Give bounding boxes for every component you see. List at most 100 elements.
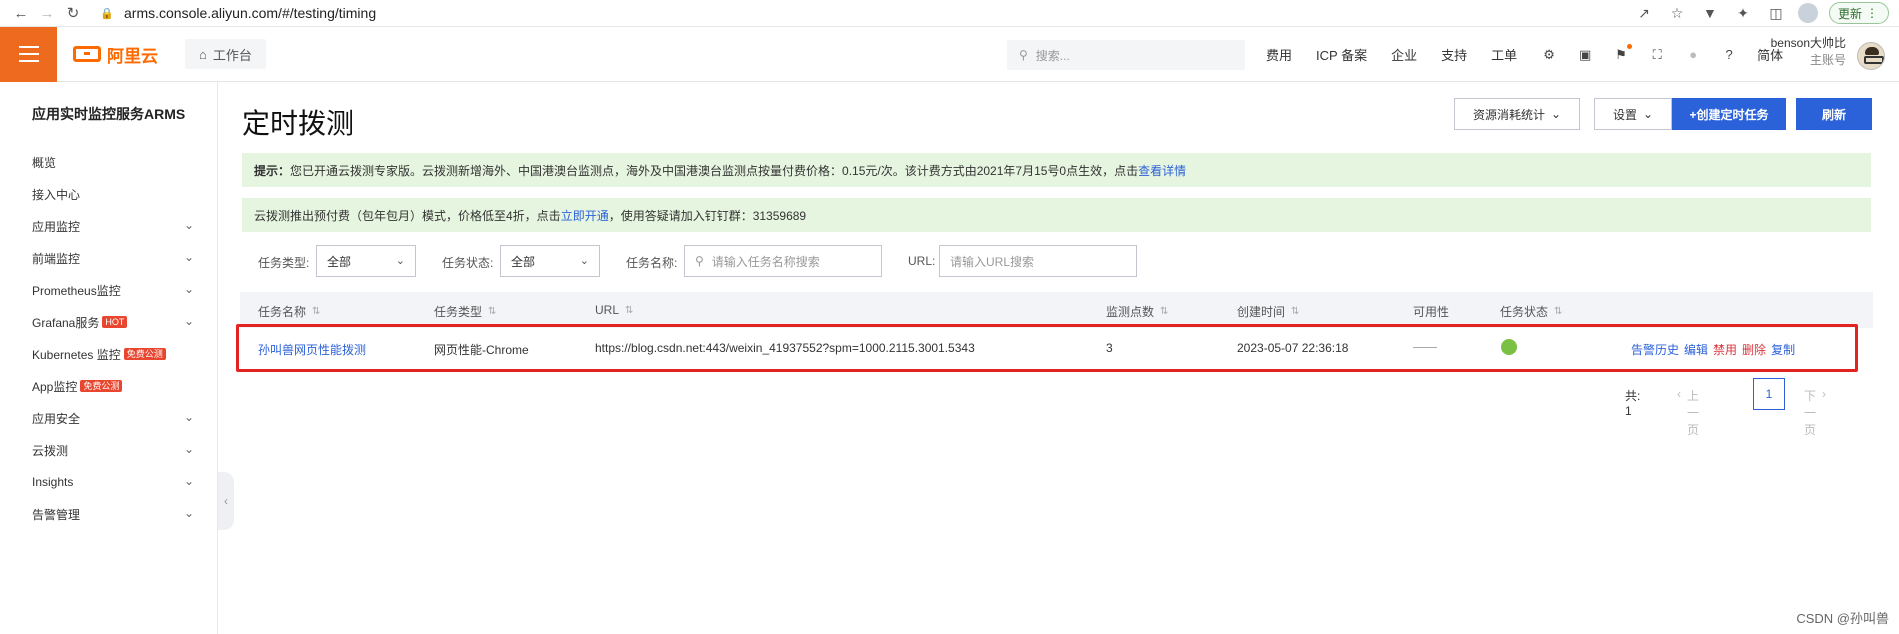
bell-icon[interactable]: ⚑	[1613, 43, 1633, 63]
sidebar-collapse-handle[interactable]: ‹	[218, 472, 234, 530]
sidebar-item-cloud-probe[interactable]: 云拨测 ⌄	[8, 434, 218, 466]
sidebar-item-label: 告警管理	[32, 507, 81, 522]
copy-link[interactable]: 复制	[1771, 341, 1795, 358]
page-title: 定时拨测	[242, 108, 355, 139]
usage-stats-dropdown[interactable]: 资源消耗统计 ⌄	[1454, 98, 1580, 130]
sidebar-item-app-monitor[interactable]: 应用监控 ⌄	[8, 210, 218, 242]
view-details-link[interactable]: 查看详情	[1138, 162, 1186, 179]
sidebar-item-label: Prometheus监控	[32, 283, 121, 298]
sidebar-title: 应用实时监控服务ARMS	[32, 106, 186, 122]
sidebar-item-grafana[interactable]: Grafana服务 HOT ⌄	[8, 306, 218, 338]
sidebar-item-frontend-monitor[interactable]: 前端监控 ⌄	[8, 242, 218, 274]
cloudshell-icon[interactable]: ⚙	[1541, 47, 1557, 63]
prev-page-button[interactable]: ‹ 上一页	[1677, 387, 1699, 438]
nav-link-icp[interactable]: ICP 备案	[1316, 45, 1367, 64]
chevron-down-icon: ⌄	[183, 218, 194, 232]
activate-now-link[interactable]: 立即开通	[561, 207, 609, 224]
user-info[interactable]: benson大帅比 主账号	[1771, 35, 1846, 69]
sidebar-item-label: 接入中心	[32, 187, 81, 202]
nav-link-fees[interactable]: 费用	[1266, 45, 1292, 64]
url-search-input[interactable]: 请输入URL搜索	[939, 245, 1137, 277]
search-input[interactable]: ⚲ 搜索...	[1007, 40, 1245, 70]
user-role: 主账号	[1809, 53, 1846, 67]
browser-toolbar: ← → ↻ 🔒 arms.console.aliyun.com/#/testin…	[0, 0, 1899, 27]
user-avatar[interactable]	[1857, 42, 1885, 70]
sort-icon: ⇅	[625, 304, 634, 316]
create-task-button[interactable]: +创建定时任务	[1672, 98, 1786, 130]
nav-link-enterprise[interactable]: 企业	[1391, 45, 1417, 64]
sidepanel-icon[interactable]: ◫	[1765, 2, 1787, 24]
sidebar: 应用实时监控服务ARMS 概览 接入中心 应用监控 ⌄ 前端监控 ⌄ Prometh…	[8, 82, 218, 634]
address-bar[interactable]: 🔒 arms.console.aliyun.com/#/testing/timi…	[100, 1, 376, 25]
column-header-task-type[interactable]: 任务类型 ⇅	[434, 303, 496, 320]
sidebar-item-app[interactable]: App监控 免费公测	[8, 370, 218, 402]
search-icon: ⚲	[695, 254, 704, 268]
task-status-select[interactable]: 全部 ⌄	[500, 245, 600, 277]
task-type-value: 全部	[327, 254, 352, 269]
disable-link[interactable]: 禁用	[1713, 341, 1737, 358]
edit-link[interactable]: 编辑	[1684, 341, 1708, 358]
sidebar-item-overview[interactable]: 概览	[8, 146, 218, 178]
notice-text: ，使用答疑请加入钉钉群：31359689	[608, 208, 807, 223]
profile-avatar[interactable]	[1797, 3, 1818, 23]
notice-prepaid: 云拨测推出预付费（包年包月）模式，价格低至4折，点击 立即开通 ，使用答疑请加入…	[242, 198, 1871, 232]
column-header-points[interactable]: 监测点数 ⇅	[1106, 303, 1168, 320]
settings-dropdown[interactable]: 设置 ⌄	[1594, 98, 1672, 130]
task-name-label: 任务名称:	[626, 256, 678, 270]
nav-link-ticket[interactable]: 工单	[1491, 45, 1517, 64]
create-task-label: +创建定时任务	[1689, 107, 1769, 122]
task-type-label: 任务类型:	[258, 256, 310, 270]
star-icon[interactable]: ☆	[1666, 2, 1688, 24]
aliyun-logo[interactable]: 阿里云	[73, 42, 158, 67]
more-icon: ⋮	[1866, 6, 1878, 20]
update-button[interactable]: 更新 ⋮	[1828, 2, 1889, 24]
extension-v-icon[interactable]: ▼	[1699, 2, 1721, 24]
workbench-button[interactable]: ⌂ 工作台	[185, 39, 266, 69]
sidebar-item-insights[interactable]: Insights ⌄	[8, 466, 218, 498]
task-status-value: 全部	[511, 254, 536, 269]
sidebar-item-prometheus[interactable]: Prometheus监控 ⌄	[8, 274, 218, 306]
sidebar-item-kubernetes[interactable]: Kubernetes 监控 免费公测	[8, 338, 218, 370]
aliyun-logo-mark	[73, 46, 101, 62]
filter-bar: 任务类型: 全部 ⌄ 任务状态: 全部 ⌄ 任务名称: ⚲ 请输入任务名称搜索 …	[242, 245, 1242, 277]
sidebar-item-access-center[interactable]: 接入中心	[8, 178, 218, 210]
nav-link-support[interactable]: 支持	[1441, 45, 1467, 64]
url-filter-label: URL:	[908, 254, 936, 268]
hamburger-menu-icon[interactable]	[0, 26, 57, 82]
chevron-down-icon: ⌄	[183, 474, 194, 488]
column-header-task-status[interactable]: 任务状态 ⇅	[1500, 303, 1562, 320]
column-header-url[interactable]: URL ⇅	[595, 303, 633, 317]
task-name-link[interactable]: 孙叫兽网页性能拨测	[258, 341, 366, 358]
column-header-created[interactable]: 创建时间 ⇅	[1237, 303, 1299, 320]
sidebar-item-label: 前端监控	[32, 251, 81, 266]
chevron-right-icon: ›	[1822, 387, 1827, 401]
share-icon[interactable]: ↗	[1633, 2, 1655, 24]
sidebar-item-app-security[interactable]: 应用安全 ⌄	[8, 402, 218, 434]
reload-icon[interactable]: ↻	[60, 1, 86, 25]
cart-icon[interactable]: ⛶	[1649, 47, 1665, 63]
column-header-label: 任务类型	[434, 305, 483, 319]
lightbulb-icon[interactable]: ●	[1685, 47, 1701, 63]
search-placeholder: 搜索...	[1035, 48, 1070, 63]
next-page-button[interactable]: 下一页 ›	[1804, 387, 1826, 438]
refresh-button[interactable]: 刷新	[1796, 98, 1872, 130]
free-beta-badge: 免费公测	[80, 380, 123, 392]
column-header-label: URL	[595, 303, 620, 317]
back-icon[interactable]: ←	[8, 1, 34, 25]
sidebar-item-alert-management[interactable]: 告警管理 ⌄	[8, 498, 218, 530]
url-cell: https://blog.csdn.net:443/weixin_4193755…	[595, 341, 975, 355]
delete-link[interactable]: 删除	[1742, 341, 1766, 358]
notice-prefix: 提示：	[254, 163, 291, 178]
column-header-task-name[interactable]: 任务名称 ⇅	[258, 303, 320, 320]
task-type-select[interactable]: 全部 ⌄	[316, 245, 416, 277]
terminal-icon[interactable]: ▣	[1577, 47, 1593, 63]
page-number-button[interactable]: 1	[1753, 378, 1785, 410]
sort-icon: ⇅	[1160, 306, 1169, 317]
alert-history-link[interactable]: 告警历史	[1631, 341, 1679, 358]
puzzle-icon[interactable]: ✦	[1732, 2, 1754, 24]
sidebar-item-label: App监控	[32, 379, 78, 394]
sidebar-item-label: 应用安全	[32, 411, 81, 426]
forward-icon[interactable]: →	[34, 1, 60, 25]
help-icon[interactable]: ?	[1721, 47, 1737, 63]
task-name-search-input[interactable]: ⚲ 请输入任务名称搜索	[684, 245, 882, 277]
